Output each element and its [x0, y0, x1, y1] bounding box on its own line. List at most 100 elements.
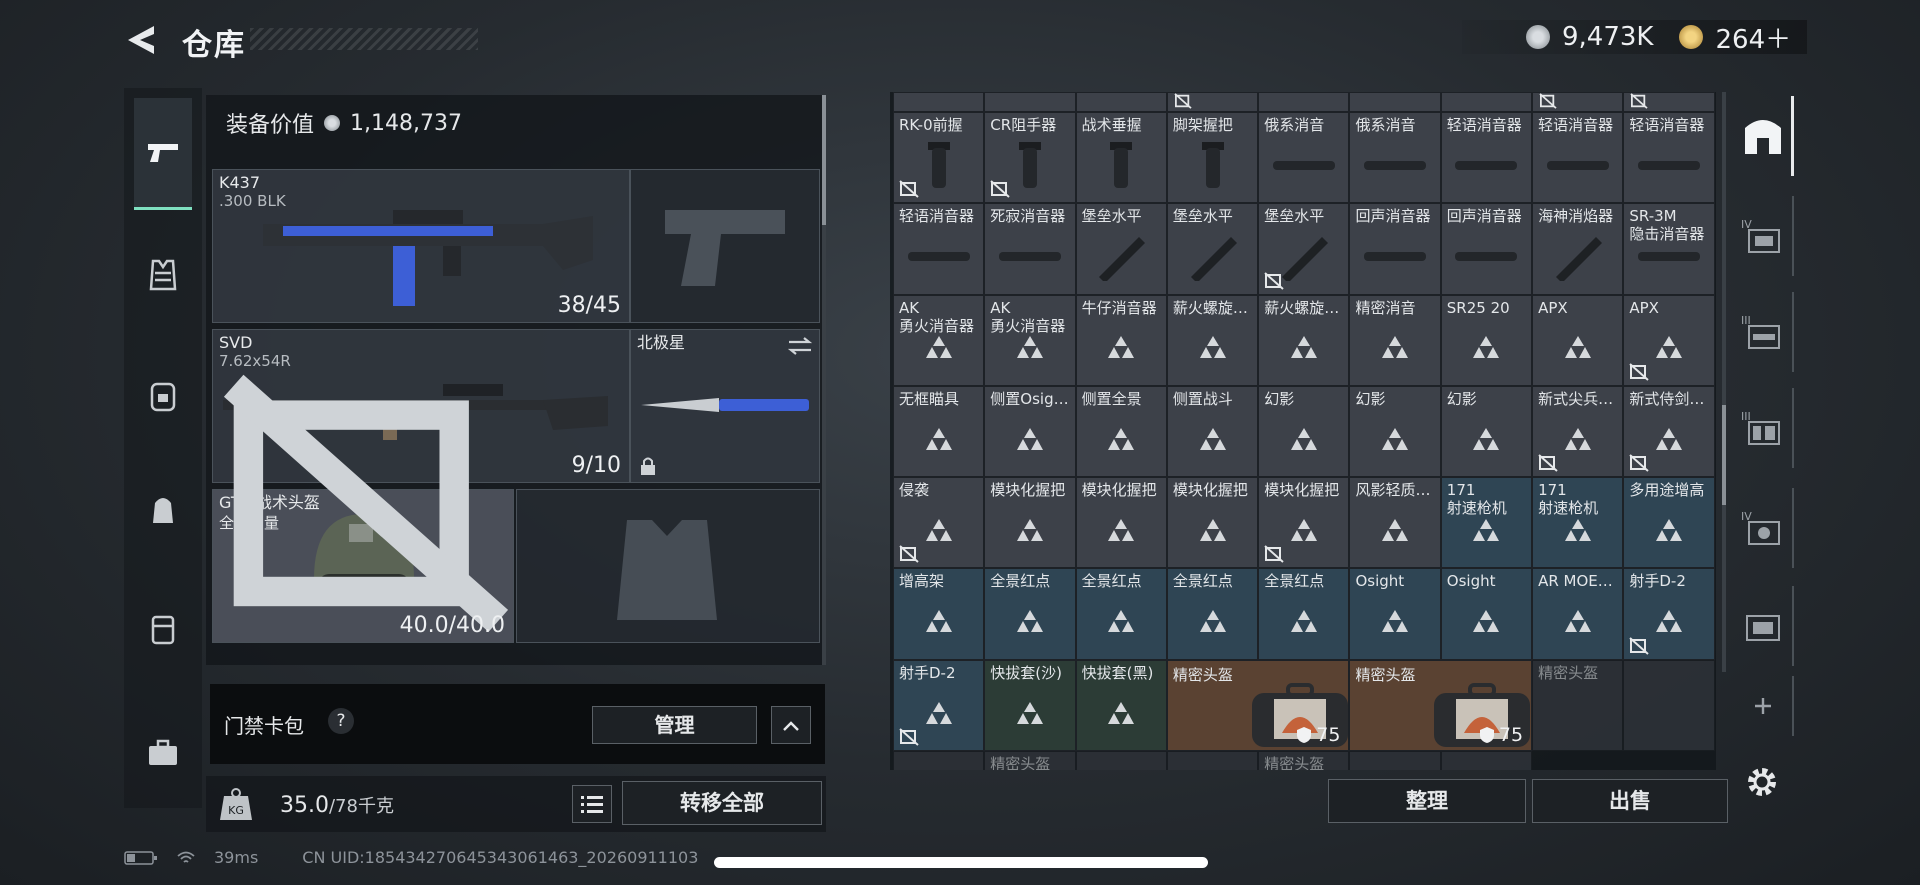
- grid-item-partial[interactable]: [1349, 751, 1441, 770]
- grid-item[interactable]: 无框瞄具: [893, 385, 985, 478]
- grid-item[interactable]: 轻语消音器: [893, 203, 985, 295]
- grid-item[interactable]: 脚架握把: [1166, 112, 1259, 204]
- grid-item[interactable]: AR MOE…: [1532, 568, 1624, 660]
- grid-item[interactable]: 死寂消音器: [984, 203, 1076, 295]
- transfer-all-button[interactable]: 转移全部: [622, 781, 822, 825]
- grid-item[interactable]: SR-3M 隐击消音器: [1623, 203, 1715, 295]
- pouch-tab[interactable]: [134, 480, 192, 538]
- grid-item[interactable]: 快拔套(黑): [1075, 659, 1167, 752]
- primary-weapon-slot[interactable]: K437 .300 BLK 38/45: [212, 169, 630, 323]
- grid-item[interactable]: 俄系消音: [1258, 112, 1350, 204]
- collapse-button[interactable]: [771, 706, 811, 744]
- grid-item[interactable]: 回声消音器: [1440, 203, 1533, 295]
- tier-4-tab[interactable]: IV: [1734, 196, 1794, 276]
- grid-item[interactable]: 射手D-2: [1623, 568, 1715, 660]
- grid-item[interactable]: [893, 92, 985, 112]
- grid-item-partial[interactable]: [1440, 751, 1533, 770]
- grid-item[interactable]: 全景红点: [1166, 568, 1259, 660]
- grid-item[interactable]: APX: [1532, 294, 1624, 386]
- grid-item[interactable]: 全景红点: [1075, 568, 1167, 660]
- grid-item[interactable]: 新式侍剑…: [1623, 385, 1715, 478]
- grid-item[interactable]: RK-0前握: [893, 112, 985, 204]
- grid-item[interactable]: 幻影: [1258, 385, 1350, 478]
- grid-item[interactable]: 俄系消音: [1349, 112, 1441, 204]
- grid-item[interactable]: 堡垒水平: [1258, 203, 1350, 295]
- grid-item[interactable]: [984, 92, 1076, 112]
- grid-item-partial[interactable]: [1623, 659, 1715, 752]
- grid-item[interactable]: 侧置全景: [1075, 385, 1167, 478]
- grid-item[interactable]: 侧置Osig…: [984, 385, 1076, 478]
- tier-3-tab[interactable]: III: [1734, 292, 1794, 372]
- home-indicator[interactable]: [714, 857, 1208, 868]
- grid-item[interactable]: [1532, 92, 1624, 112]
- grid-item[interactable]: 171 射速枪机: [1440, 477, 1533, 569]
- pistol-slot-empty[interactable]: [630, 169, 820, 323]
- list-view-button[interactable]: [572, 785, 612, 823]
- grid-scrollbar[interactable]: [1722, 92, 1726, 672]
- back-arrow-icon[interactable]: [124, 22, 164, 58]
- grid-item[interactable]: 轻语消音器: [1440, 112, 1533, 204]
- container-tab[interactable]: [134, 600, 192, 658]
- grid-item[interactable]: 新式尖兵…: [1532, 385, 1624, 478]
- manage-button[interactable]: 管理: [592, 706, 757, 744]
- grid-item[interactable]: SR25 20: [1440, 294, 1533, 386]
- vest-tab[interactable]: [134, 246, 192, 304]
- precision-helmet-crate[interactable]: 精密头盔 75: [1166, 659, 1350, 752]
- grid-item[interactable]: [1440, 92, 1533, 112]
- grid-item-partial[interactable]: 精密头盔: [1258, 751, 1350, 770]
- grid-item[interactable]: 战术垂握: [1075, 112, 1167, 204]
- grid-item-partial[interactable]: [893, 751, 985, 770]
- grid-item-partial[interactable]: [1075, 751, 1167, 770]
- grid-item[interactable]: 171 射速枪机: [1532, 477, 1624, 569]
- loadout-scroll-thumb[interactable]: [822, 95, 826, 225]
- grid-item-partial[interactable]: 精密头盔: [1532, 659, 1624, 752]
- grid-item[interactable]: [1166, 92, 1259, 112]
- weapon-tab[interactable]: [134, 98, 192, 210]
- grid-item[interactable]: [1258, 92, 1350, 112]
- grid-item[interactable]: Osight: [1349, 568, 1441, 660]
- grid-item[interactable]: 轻语消音器: [1532, 112, 1624, 204]
- gold-coin-icon[interactable]: [1679, 25, 1704, 49]
- swap-icon[interactable]: [787, 336, 813, 356]
- melee-slot[interactable]: 北极星: [630, 329, 820, 483]
- grid-item[interactable]: 模块化握把: [1258, 477, 1350, 569]
- grid-item[interactable]: 幻影: [1440, 385, 1533, 478]
- grid-item[interactable]: 多用途增高: [1623, 477, 1715, 569]
- grid-scroll-thumb[interactable]: [1722, 405, 1726, 505]
- grid-item[interactable]: 模块化握把: [1075, 477, 1167, 569]
- grid-item[interactable]: 精密消音: [1349, 294, 1441, 386]
- grid-item[interactable]: CR阻手器: [984, 112, 1076, 204]
- armor-slot-empty[interactable]: [516, 489, 820, 643]
- sort-button[interactable]: 整理: [1328, 779, 1526, 823]
- grid-item[interactable]: [1623, 92, 1715, 112]
- grid-item[interactable]: 回声消音器: [1349, 203, 1441, 295]
- grid-item[interactable]: 幻影: [1349, 385, 1441, 478]
- grid-item[interactable]: 薪火螺旋…: [1166, 294, 1259, 386]
- grid-item[interactable]: 风影轻质…: [1349, 477, 1441, 569]
- grid-item[interactable]: 堡垒水平: [1075, 203, 1167, 295]
- grid-item[interactable]: 轻语消音器: [1623, 112, 1715, 204]
- helmet-slot[interactable]: GT1 战术头盔 全球力量 40.0/40.0: [212, 375, 514, 643]
- add-tab[interactable]: [1734, 676, 1794, 736]
- backpack-tab[interactable]: [134, 366, 192, 424]
- grid-item[interactable]: 模块化握把: [984, 477, 1076, 569]
- tier-4-tab-2[interactable]: IV: [1734, 488, 1794, 568]
- grid-item[interactable]: 薪火螺旋…: [1258, 294, 1350, 386]
- grid-item-partial[interactable]: [1166, 751, 1259, 770]
- grid-item[interactable]: 侧置战斗: [1166, 385, 1259, 478]
- grid-item[interactable]: [1075, 92, 1167, 112]
- grid-item[interactable]: 海神消焰器: [1532, 203, 1624, 295]
- grid-item[interactable]: 快拔套(沙): [984, 659, 1076, 752]
- grid-item[interactable]: 射手D-2: [893, 659, 985, 752]
- grid-item[interactable]: AK 勇火消音器: [984, 294, 1076, 386]
- grid-item[interactable]: [1349, 92, 1441, 112]
- gold-balance[interactable]: 264＋: [1715, 19, 1791, 56]
- sell-button[interactable]: 出售: [1532, 779, 1728, 823]
- grid-item[interactable]: Osight: [1440, 568, 1533, 660]
- grid-item[interactable]: 增高架: [893, 568, 985, 660]
- all-items-tab[interactable]: [1734, 96, 1794, 176]
- grid-item[interactable]: 牛仔消音器: [1075, 294, 1167, 386]
- grid-item[interactable]: 堡垒水平: [1166, 203, 1259, 295]
- help-button[interactable]: ?: [328, 708, 354, 734]
- settings-gear-icon[interactable]: [1742, 762, 1782, 802]
